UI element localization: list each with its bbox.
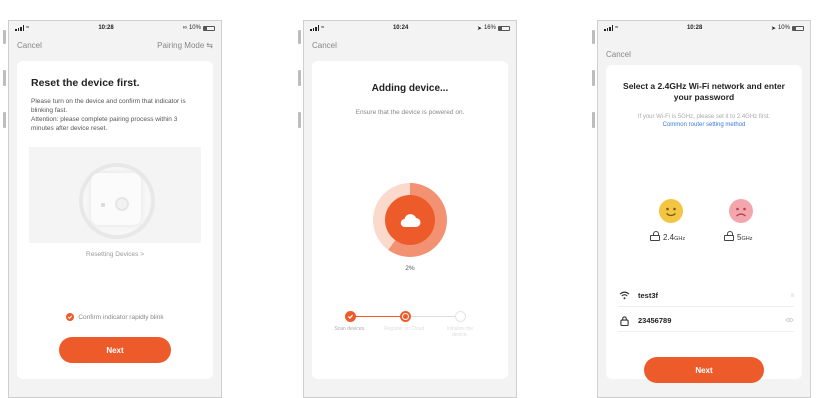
happy-face-icon: [659, 199, 683, 223]
step-register: Register on Cloud.: [384, 311, 426, 332]
phone-side-button: [3, 112, 6, 128]
battery-icon: [791, 25, 804, 31]
page-title: Adding device...: [371, 83, 449, 94]
pairing-mode-label: Pairing Mode: [157, 40, 205, 50]
battery-percent: 10%: [777, 25, 790, 31]
page-subtitle: Ensure that the device is powered on.: [355, 109, 465, 116]
band-5ghz-face: [726, 199, 756, 223]
content-card: Select a 2.4GHz Wi-Fi network and enter …: [606, 65, 802, 383]
status-time: 10:28: [98, 25, 114, 31]
band-24ghz-label: 2.4GHz: [650, 230, 686, 242]
nav-bar: Cancel: [598, 35, 810, 59]
location-icon: ➤: [476, 25, 482, 32]
step-done-icon: [344, 311, 356, 322]
pairing-mode-button[interactable]: Pairing Mode ⇆: [157, 41, 213, 50]
status-bar: ≈ 10:28 ➤ 10%: [598, 21, 810, 35]
step-label: Scan devices.: [334, 326, 366, 332]
phone-screen-reset: ≈ 10:28 ∞ 10% Cancel Pairing Mode ⇆ Rese…: [8, 20, 222, 398]
phone-side-button: [592, 30, 595, 44]
step-active-icon: [399, 311, 411, 322]
bluetooth-icon: ∞: [182, 25, 187, 31]
phone-screen-adding: ≈ 10:24 ➤ 16% Cancel Adding device... En…: [303, 20, 517, 398]
phone-side-button: [298, 112, 301, 128]
next-button[interactable]: Next: [59, 337, 171, 363]
eye-icon[interactable]: [785, 317, 794, 325]
status-bar: ≈ 10:24 ➤ 16%: [304, 21, 516, 35]
progress-steps: Scan devices. Register on Cloud. Initial…: [332, 311, 492, 351]
band-5-unit: GHz: [741, 236, 753, 242]
wifi-list-icon[interactable]: ≡: [790, 293, 794, 299]
phone-side-button: [3, 30, 6, 44]
instructions: Please turn on the device and confirm th…: [31, 97, 201, 133]
wifi-icon: ≈: [615, 25, 619, 31]
signal-icon: [15, 25, 24, 31]
progress-percent: 2%: [405, 265, 415, 272]
phone-side-button: [3, 70, 6, 86]
step-pending-icon: [454, 311, 466, 322]
step-label: Register on Cloud.: [384, 326, 426, 332]
content-card: Adding device... Ensure that the device …: [312, 61, 508, 379]
location-icon: ➤: [770, 25, 776, 32]
led-indicator: [101, 203, 105, 207]
nav-bar: Cancel Pairing Mode ⇆: [9, 35, 221, 55]
page-title: Reset the device first.: [31, 77, 140, 89]
progress-ring-center: [385, 195, 435, 245]
confirm-label: Confirm indicator rapidly blink: [78, 313, 164, 321]
status-bar: ≈ 10:28 ∞ 10%: [9, 21, 221, 35]
confirm-checkbox[interactable]: Confirm indicator rapidly blink: [17, 313, 213, 321]
attention-text: Attention: please complete pairing proce…: [31, 116, 178, 132]
cancel-button[interactable]: Cancel: [17, 41, 42, 50]
phone-side-button: [298, 30, 301, 44]
router-icon: [724, 230, 734, 241]
signal-icon: [310, 25, 319, 31]
status-time: 10:24: [392, 25, 409, 31]
battery-icon: [202, 25, 215, 31]
nav-bar: Cancel: [304, 35, 516, 55]
band-24-unit: GHz: [674, 236, 686, 242]
router-icon: [650, 230, 660, 241]
step-initialize: Initialize the device.: [439, 311, 481, 338]
reset-button-graphic: [115, 197, 129, 211]
band-24-value: 2.4: [663, 233, 675, 242]
lock-icon: [618, 315, 630, 326]
password-field[interactable]: 23456789: [618, 310, 794, 332]
password-value: 23456789: [638, 316, 672, 325]
wifi-icon: [618, 291, 630, 300]
content-card: Reset the device first. Please turn on t…: [17, 61, 213, 379]
status-time: 10:28: [686, 25, 703, 31]
next-button[interactable]: Next: [644, 357, 764, 383]
progress-ring: [373, 183, 447, 257]
signal-icon: [604, 25, 613, 31]
battery-percent: 10%: [188, 25, 201, 31]
phone-side-button: [592, 70, 595, 86]
wifi-hint: If your Wi-Fi is 5GHz, please set it to …: [614, 113, 794, 129]
router-setting-link[interactable]: Common router setting method: [614, 121, 794, 129]
wifi-icon: ≈: [26, 25, 30, 31]
cancel-button[interactable]: Cancel: [312, 41, 337, 50]
band-5ghz-label: 5GHz: [724, 230, 753, 242]
phone-screen-wifi: ≈ 10:28 ➤ 10% Cancel Select a 2.4GHz Wi-…: [597, 20, 811, 398]
hint-text: If your Wi-Fi is 5GHz, please set it to …: [637, 114, 771, 120]
checkmark-icon: [66, 313, 75, 321]
wifi-icon: ≈: [321, 25, 325, 31]
swap-icon: ⇆: [206, 40, 213, 50]
wifi-name-field[interactable]: test3f ≡: [618, 285, 794, 307]
step-label: Initialize the device.: [446, 326, 474, 338]
cloud-icon: [400, 214, 421, 228]
device-illustration: [29, 147, 201, 243]
cancel-button[interactable]: Cancel: [606, 50, 631, 59]
battery-percent: 16%: [483, 25, 496, 31]
wifi-name-value: test3f: [638, 291, 659, 300]
page-title: Select a 2.4GHz Wi-Fi network and enter …: [623, 81, 785, 102]
battery-icon: [497, 25, 510, 31]
instruction-text: Please turn on the device and confirm th…: [31, 98, 186, 114]
step-scan: Scan devices.: [329, 311, 371, 332]
resetting-devices-link[interactable]: Resetting Devices >: [17, 251, 213, 258]
band-24ghz-face: [656, 199, 686, 223]
phone-side-button: [298, 70, 301, 86]
sad-face-icon: [729, 199, 753, 223]
phone-side-button: [592, 112, 595, 128]
